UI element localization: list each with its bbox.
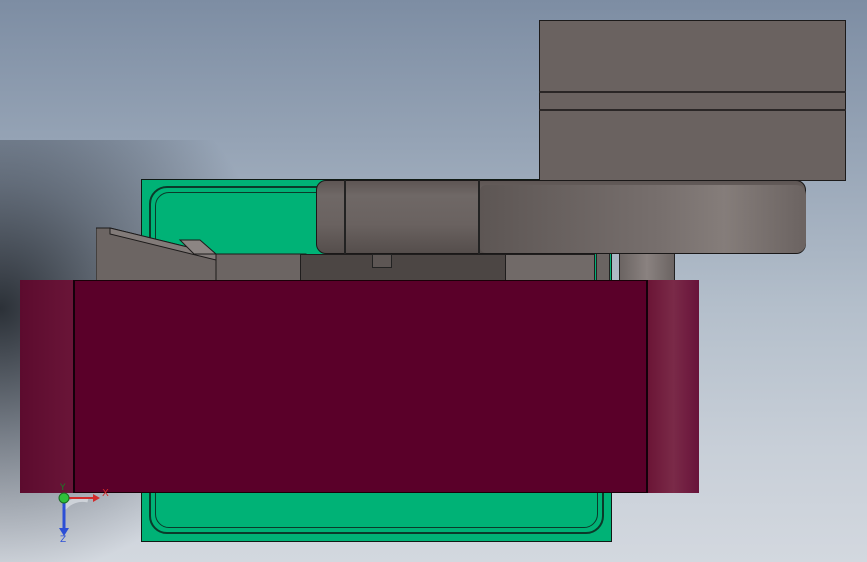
clamp-wedge[interactable] <box>96 226 308 282</box>
cylinder-seam <box>344 180 346 254</box>
gripper-housing[interactable] <box>539 20 846 181</box>
cylinder-seam <box>478 180 480 254</box>
reference-triad: X Y Z <box>58 483 109 544</box>
cylinder-shaft[interactable] <box>619 252 675 282</box>
conveyor-block[interactable] <box>20 280 699 493</box>
inner-bracket[interactable] <box>300 254 510 282</box>
x-axis-label: X <box>102 488 109 499</box>
cylinder-barrel <box>480 185 806 253</box>
y-axis-label: Y <box>59 483 66 493</box>
inner-block[interactable] <box>505 254 595 282</box>
piston-stub <box>372 254 392 268</box>
z-axis-label: Z <box>60 535 66 544</box>
mount-tab[interactable] <box>596 252 610 282</box>
conveyor-end-right <box>646 280 699 493</box>
housing-edge <box>539 91 846 93</box>
conveyor-end-left <box>20 280 75 493</box>
graphics-viewport[interactable]: X Y Z <box>0 0 867 562</box>
housing-edge <box>539 109 846 111</box>
